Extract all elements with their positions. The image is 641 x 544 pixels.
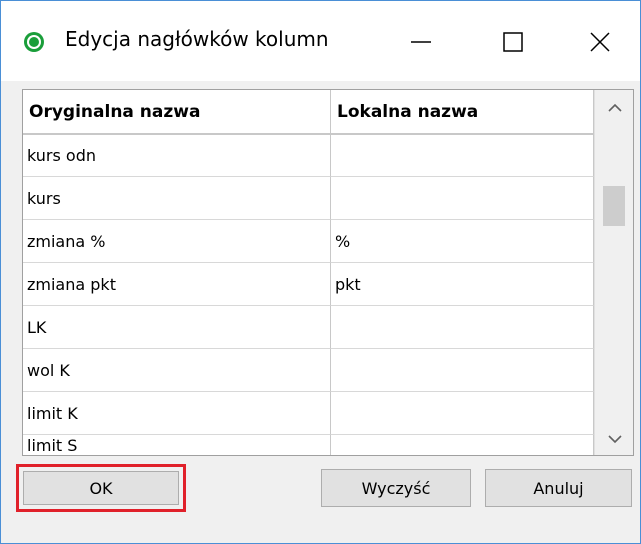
vertical-scrollbar[interactable] xyxy=(594,90,633,455)
close-icon xyxy=(589,31,611,53)
grid-header-row: Oryginalna nazwa Lokalna nazwa xyxy=(23,90,594,135)
column-headers-grid[interactable]: Oryginalna nazwa Lokalna nazwa kurs odn … xyxy=(22,89,634,456)
maximize-button[interactable] xyxy=(486,15,540,69)
chevron-down-icon xyxy=(607,429,622,448)
cell-local[interactable]: pkt xyxy=(331,263,594,306)
cell-local[interactable] xyxy=(331,177,594,220)
title-bar[interactable]: Edycja nagłówków kolumn xyxy=(1,1,640,81)
cell-local[interactable] xyxy=(331,392,594,435)
close-button[interactable] xyxy=(573,15,627,69)
cell-original[interactable]: limit S xyxy=(23,435,331,455)
cell-original[interactable]: zmiana % xyxy=(23,220,331,263)
grid-body: Oryginalna nazwa Lokalna nazwa kurs odn … xyxy=(23,90,594,455)
cell-original[interactable]: limit K xyxy=(23,392,331,435)
minimize-icon xyxy=(410,31,432,53)
cell-local[interactable] xyxy=(331,306,594,349)
cell-local[interactable] xyxy=(331,349,594,392)
cell-local[interactable] xyxy=(331,435,594,455)
scroll-down-button[interactable] xyxy=(595,421,633,455)
cell-original[interactable]: kurs odn xyxy=(23,134,331,177)
chevron-up-icon xyxy=(607,98,622,117)
cell-local[interactable] xyxy=(331,134,594,177)
scrollbar-thumb[interactable] xyxy=(603,186,625,226)
header-local-name[interactable]: Lokalna nazwa xyxy=(331,90,594,134)
cell-original[interactable]: kurs xyxy=(23,177,331,220)
clear-button[interactable]: Wyczyść xyxy=(321,469,471,507)
minimize-button[interactable] xyxy=(394,15,448,69)
cell-original[interactable]: zmiana pkt xyxy=(23,263,331,306)
maximize-icon xyxy=(502,31,524,53)
dialog-window: Edycja nagłówków kolumn Oryginalna nazwa… xyxy=(0,0,641,544)
cell-local[interactable]: % xyxy=(331,220,594,263)
ok-button[interactable]: OK xyxy=(23,471,179,505)
cell-original[interactable]: LK xyxy=(23,306,331,349)
app-icon xyxy=(23,31,45,53)
scroll-up-button[interactable] xyxy=(595,90,633,124)
header-original-name[interactable]: Oryginalna nazwa xyxy=(23,90,331,134)
cell-original[interactable]: wol K xyxy=(23,349,331,392)
window-title: Edycja nagłówków kolumn xyxy=(65,27,329,51)
cancel-button[interactable]: Anuluj xyxy=(485,469,632,507)
